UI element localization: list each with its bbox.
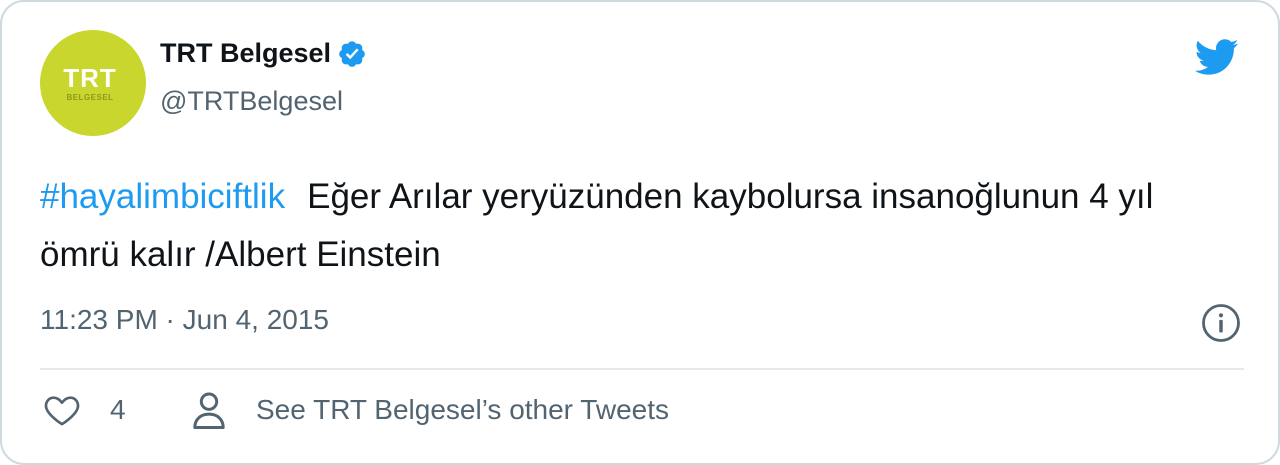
avatar[interactable]: TRT BELGESEL bbox=[40, 30, 146, 136]
hashtag-link[interactable]: #hayalimbiciftlik bbox=[40, 177, 285, 216]
see-other-tweets-link[interactable]: See TRT Belgesel’s other Tweets bbox=[192, 390, 669, 430]
heart-icon[interactable] bbox=[42, 390, 82, 430]
user-name[interactable]: TRT Belgesel bbox=[160, 38, 367, 69]
tweet-timestamp[interactable]: 11:23 PM · Jun 4, 2015 bbox=[40, 304, 329, 336]
like-action[interactable]: 4 bbox=[42, 390, 126, 430]
info-icon[interactable] bbox=[1200, 302, 1242, 344]
user-name-text[interactable]: TRT Belgesel bbox=[160, 38, 331, 69]
tweet-text: #hayalimbiciftlik Eğer Arılar yeryüzünden… bbox=[40, 168, 1230, 284]
avatar-logo-text: TRT bbox=[63, 62, 117, 93]
user-handle[interactable]: @TRTBelgesel bbox=[160, 86, 343, 117]
person-icon bbox=[193, 392, 225, 429]
twitter-bird-icon[interactable] bbox=[1188, 34, 1244, 80]
see-other-tweets-label[interactable]: See TRT Belgesel’s other Tweets bbox=[256, 394, 669, 426]
tweet-card: TRT BELGESEL TRT Belgesel @TRTBelgesel #… bbox=[0, 0, 1280, 465]
verified-badge-icon bbox=[339, 40, 365, 67]
divider bbox=[40, 368, 1244, 370]
like-count: 4 bbox=[110, 394, 126, 425]
avatar-logo-subtext: BELGESEL bbox=[66, 92, 114, 102]
